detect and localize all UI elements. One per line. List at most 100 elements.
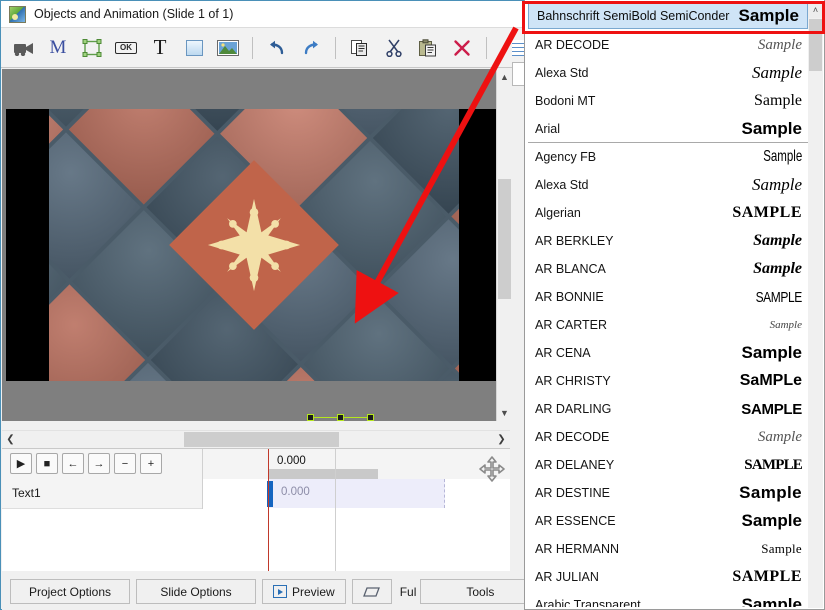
font-selected-item[interactable]: Bahnschrift SemiBold SemiConder Sample [528, 3, 808, 29]
timeline-ruler[interactable]: 0.000 [202, 449, 510, 479]
text-object-selected[interactable]: Text [307, 414, 374, 421]
font-list-item[interactable]: AR HERMANN Sample [528, 535, 810, 563]
font-item-name: Algerian [535, 206, 581, 220]
window-titlebar: Objects and Animation (Slide 1 of 1) [1, 1, 524, 28]
tools-button[interactable]: Tools [420, 579, 541, 604]
canvas-vertical-scrollbar[interactable]: ▲ ▼ [496, 69, 511, 421]
preview-label: Preview [292, 584, 335, 599]
text-t-icon[interactable]: T [143, 33, 177, 63]
timeline-panel: ▶ ■ ← → − + 0.000 Text1 0.000 [2, 448, 510, 571]
font-item-sample: SAMPLE [744, 456, 803, 473]
cut-scissors-icon[interactable] [377, 33, 411, 63]
resize-handle-ne[interactable] [367, 414, 374, 421]
font-list[interactable]: AR DECODE Sample Alexa Std Sample Bodoni MT S… [528, 31, 810, 607]
font-item-sample: SAMPLE [732, 568, 802, 585]
vertical-scroll-thumb[interactable] [498, 179, 511, 299]
font-item-sample: SaMPLe [739, 372, 802, 389]
main-toolbar: M OK T [1, 28, 524, 68]
font-list-item[interactable]: Algerian SAMPLE [528, 199, 810, 227]
frame-icon[interactable] [75, 33, 109, 63]
font-item-name: AR DECODE [535, 38, 610, 52]
font-item-name: Agency FB [535, 150, 597, 164]
font-list-item[interactable]: AR CARTER Sample [528, 311, 810, 339]
font-list-item[interactable]: AR DECODE Sample [528, 31, 810, 59]
font-list-item[interactable]: Arabic Transparent Sample [528, 591, 810, 607]
copy-icon[interactable] [343, 33, 377, 63]
font-item-name: AR CENA [535, 346, 591, 360]
timeline-controls: ▶ ■ ← → − + [10, 453, 162, 474]
slide-options-button[interactable]: Slide Options [136, 579, 256, 604]
font-item-name: Alexa Std [535, 178, 589, 192]
font-list-item[interactable]: AR BONNIE SAMPLE [528, 283, 810, 311]
rectangle-icon[interactable] [177, 33, 211, 63]
button-ok-icon[interactable]: OK [109, 33, 143, 63]
font-dropdown-panel[interactable]: Bahnschrift SemiBold SemiConder Sample A… [524, 0, 825, 610]
preview-button[interactable]: Preview [262, 579, 346, 604]
resize-handle-nw[interactable] [307, 414, 314, 421]
scroll-right-icon[interactable]: ❯ [493, 434, 510, 445]
font-list-item[interactable]: AR CENA Sample [528, 339, 810, 367]
font-item-name: AR DARLING [535, 402, 612, 416]
font-item-sample: SAMPLE [755, 288, 803, 306]
timeline-playhead[interactable] [268, 449, 269, 571]
page-title: Objects and Animation (Slide 1 of 1) [34, 7, 234, 21]
move-four-arrows-icon[interactable] [479, 456, 505, 487]
font-scroll-thumb[interactable] [809, 19, 822, 71]
font-list-item[interactable]: Arial Sample [528, 115, 810, 143]
font-list-item[interactable]: AR DECODE Sample [528, 423, 810, 451]
table-row[interactable]: Text1 0.000 [2, 479, 510, 509]
canvas-horizontal-scrollbar[interactable]: ❮ ❯ [2, 430, 510, 447]
track-lane[interactable]: 0.000 [202, 479, 510, 509]
font-list-item[interactable]: Alexa Std Sample [528, 59, 810, 87]
font-item-sample: Sample [757, 428, 802, 445]
font-item-sample: Sample [761, 541, 802, 556]
timeline-tracks: Text1 0.000 [2, 479, 510, 571]
zoom-in-button[interactable]: + [140, 453, 162, 474]
font-item-name: AR DECODE [535, 430, 610, 444]
font-item-sample: Sample [753, 232, 802, 249]
font-scroll-up-icon[interactable]: ˄ [808, 1, 823, 18]
horizontal-scroll-thumb[interactable] [184, 431, 339, 447]
resize-handle-n[interactable] [337, 414, 344, 421]
font-list-item[interactable]: AR ESSENCE Sample [528, 507, 810, 535]
font-item-sample: Sample [741, 595, 802, 607]
image-icon[interactable] [211, 33, 245, 63]
font-list-item[interactable]: AR BLANCA Sample [528, 255, 810, 283]
font-list-item[interactable]: Agency FB Sample [528, 143, 810, 171]
project-options-button[interactable]: Project Options [10, 579, 130, 604]
horizontal-scroll-track[interactable] [19, 431, 493, 448]
font-item-name: AR HERMANN [535, 542, 620, 556]
mask-m-icon[interactable]: M [41, 33, 75, 63]
font-list-item[interactable]: AR CHRISTY SaMPLe [528, 367, 810, 395]
scroll-up-icon[interactable]: ▲ [497, 69, 512, 85]
previous-button[interactable]: ← [62, 453, 84, 474]
font-list-item[interactable]: Alexa Std Sample [528, 171, 810, 199]
paste-icon[interactable] [411, 33, 445, 63]
background-photo-tiled-floor [49, 109, 459, 381]
font-list-item[interactable]: AR BERKLEY Sample [528, 227, 810, 255]
font-list-item[interactable]: AR DESTINE Sample [528, 479, 810, 507]
timeline-ruler-bar [268, 469, 378, 479]
toolbar-separator [486, 36, 487, 59]
delete-x-icon[interactable] [445, 33, 479, 63]
slide-frame: Text [6, 109, 502, 421]
scroll-down-icon[interactable]: ▼ [497, 405, 512, 421]
font-list-scrollbar[interactable]: ˄ [808, 1, 823, 608]
play-button[interactable]: ▶ [10, 453, 32, 474]
font-item-sample: Sample [769, 319, 802, 331]
redo-icon[interactable] [294, 33, 328, 63]
zoom-out-button[interactable]: − [114, 453, 136, 474]
grid-toggle-icon[interactable] [512, 40, 524, 56]
video-camera-icon[interactable] [7, 33, 41, 63]
track-clip[interactable]: 0.000 [269, 479, 445, 508]
scroll-left-icon[interactable]: ❮ [2, 434, 19, 445]
font-list-item[interactable]: AR DELANEY SAMPLE [528, 451, 810, 479]
slide-canvas[interactable]: Text [2, 69, 510, 421]
aspect-ratio-button[interactable] [351, 579, 392, 604]
undo-icon[interactable] [260, 33, 294, 63]
font-list-item[interactable]: AR DARLING SAMPLE [528, 395, 810, 423]
stop-button[interactable]: ■ [36, 453, 58, 474]
font-list-item[interactable]: AR JULIAN SAMPLE [528, 563, 810, 591]
next-button[interactable]: → [88, 453, 110, 474]
font-list-item[interactable]: Bodoni MT Sample [528, 87, 810, 115]
